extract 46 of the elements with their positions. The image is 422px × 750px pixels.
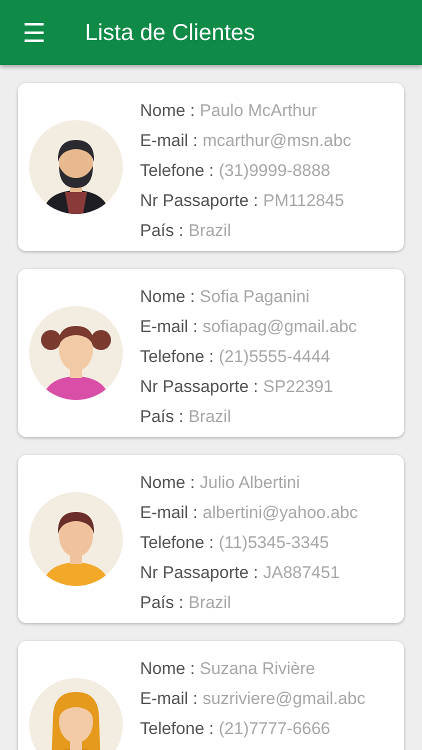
- field-label: Telefone :: [140, 533, 214, 553]
- field-value: suzriviere@gmail.abc: [202, 689, 366, 709]
- field-label: Nome :: [140, 101, 195, 121]
- field-value: Paulo McArthur: [200, 101, 317, 121]
- field-value: PM112845: [263, 191, 344, 211]
- field-value: Brazil: [188, 221, 231, 241]
- field-value: Suzana Rivière: [200, 659, 316, 679]
- field-value: (31)9999-8888: [218, 161, 330, 181]
- client-card[interactable]: Nome : Suzana Rivière E-mail : suzriviere@gmail.abc Telefone : (21)7777-6666: [18, 641, 404, 750]
- field-value: albertini@yahoo.abc: [202, 503, 358, 523]
- field-label: Nome :: [140, 473, 195, 493]
- field-label: Nome :: [140, 659, 195, 679]
- field-label: Nome :: [140, 287, 195, 307]
- client-card[interactable]: Nome : Paulo McArthur E-mail : mcarthur@msn.abc Telefone : (31)9999-8888 Nr Passaporte : PM112845 País : Brazil: [18, 83, 404, 251]
- field-label: Telefone :: [140, 161, 214, 181]
- field-value: (21)7777-6666: [218, 719, 330, 739]
- field-value: Julio Albertini: [200, 473, 300, 493]
- menu-button[interactable]: ☰: [21, 20, 47, 46]
- avatar-icon: [29, 678, 123, 750]
- client-card[interactable]: Nome : Sofia Paganini E-mail : sofiapag@gmail.abc Telefone : (21)5555-4444 Nr Passaporte : SP22391 País : Brazil: [18, 269, 404, 437]
- field-value: (11)5345-3345: [218, 533, 330, 553]
- field-label: Nr Passaporte :: [140, 377, 258, 397]
- field-value: (21)5555-4444: [218, 347, 330, 367]
- screen-title: Lista de Clientes: [85, 19, 256, 46]
- field-value: Sofia Paganini: [200, 287, 310, 307]
- avatar-icon: [29, 306, 123, 400]
- field-label: Nr Passaporte :: [140, 563, 258, 583]
- field-value: Brazil: [188, 593, 231, 613]
- field-value: sofiapag@gmail.abc: [202, 317, 357, 337]
- field-label: E-mail :: [140, 503, 198, 523]
- field-value: JA887451: [263, 563, 340, 583]
- field-label: País :: [140, 221, 184, 241]
- field-label: Telefone :: [140, 719, 214, 739]
- field-label: País :: [140, 407, 184, 427]
- field-label: País :: [140, 593, 184, 613]
- avatar-icon: [29, 492, 123, 586]
- field-label: Telefone :: [140, 347, 214, 367]
- field-label: E-mail :: [140, 689, 198, 709]
- field-value: mcarthur@msn.abc: [202, 131, 352, 151]
- field-value: Brazil: [188, 407, 231, 427]
- field-label: E-mail :: [140, 317, 198, 337]
- field-label: E-mail :: [140, 131, 198, 151]
- field-label: Nr Passaporte :: [140, 191, 258, 211]
- field-value: SP22391: [263, 377, 334, 397]
- avatar-icon: [29, 120, 123, 214]
- client-card[interactable]: Nome : Julio Albertini E-mail : albertini@yahoo.abc Telefone : (11)5345-3345 Nr Passaporte : JA887451 País : Brazil: [18, 455, 404, 623]
